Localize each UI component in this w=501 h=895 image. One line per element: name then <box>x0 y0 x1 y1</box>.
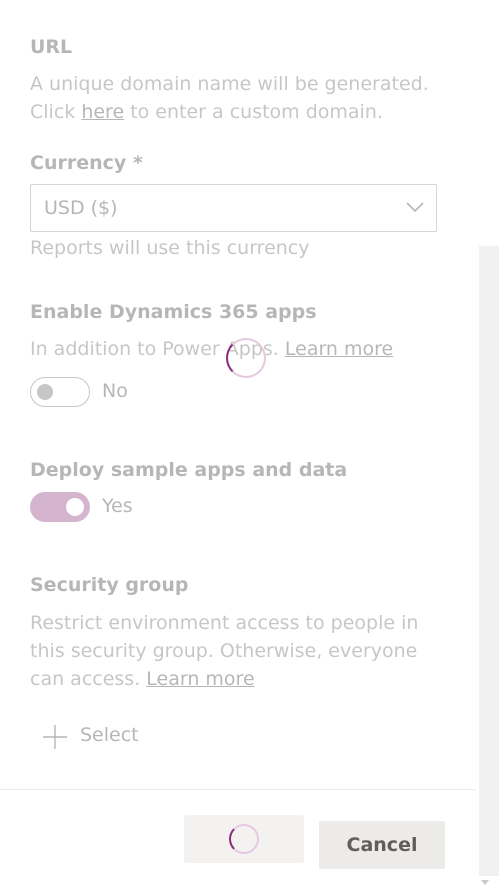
url-desc-line1: A unique domain name will be generated. <box>30 73 429 95</box>
dynamics-label: Enable Dynamics 365 apps <box>30 301 317 323</box>
create-environment-panel: URL A unique domain name will be generat… <box>0 0 501 895</box>
sample-apps-toggle-state: Yes <box>102 495 133 517</box>
plus-icon <box>43 725 67 749</box>
url-description: A unique domain name will be generated. … <box>30 70 450 126</box>
currency-hint: Reports will use this currency <box>30 237 310 259</box>
scrollbar-thumb[interactable] <box>479 246 499 876</box>
chevron-down-icon <box>406 202 424 213</box>
url-label: URL <box>30 36 73 58</box>
custom-domain-link[interactable]: here <box>81 101 124 123</box>
toggle-knob <box>66 498 84 516</box>
currency-dropdown[interactable]: USD ($) <box>30 184 437 232</box>
cancel-button[interactable]: Cancel <box>319 821 445 869</box>
security-group-label: Security group <box>30 574 189 596</box>
sample-apps-toggle[interactable] <box>30 492 90 522</box>
button-spinner-icon <box>229 824 259 854</box>
form-content: URL A unique domain name will be generat… <box>0 0 476 790</box>
select-label: Select <box>80 724 139 746</box>
currency-selected-value: USD ($) <box>44 197 118 219</box>
dynamics-learn-more-link[interactable]: Learn more <box>285 338 393 360</box>
security-desc-prefix: can access. <box>30 668 147 690</box>
security-learn-more-link[interactable]: Learn more <box>146 668 254 690</box>
security-desc-line1: Restrict environment access to people in <box>30 612 419 634</box>
footer-divider <box>0 789 476 790</box>
url-desc-suffix: to enter a custom domain. <box>124 101 383 123</box>
security-group-description: Restrict environment access to people in… <box>30 609 450 693</box>
dynamics-toggle-state: No <box>102 380 128 402</box>
currency-label: Currency * <box>30 152 143 174</box>
toggle-knob <box>37 384 53 400</box>
security-desc-line3: can access. Learn more <box>30 665 450 693</box>
url-desc-line2: Click here to enter a custom domain. <box>30 98 450 126</box>
select-security-group-button[interactable]: Select <box>42 722 162 752</box>
security-desc-line2: this security group. Otherwise, everyone <box>30 640 418 662</box>
dynamics-toggle[interactable] <box>30 377 90 407</box>
sample-apps-label: Deploy sample apps and data <box>30 459 348 481</box>
loading-spinner-icon <box>226 338 266 378</box>
scroll-down-arrow-icon[interactable] <box>481 880 489 885</box>
url-desc-prefix: Click <box>30 101 82 123</box>
